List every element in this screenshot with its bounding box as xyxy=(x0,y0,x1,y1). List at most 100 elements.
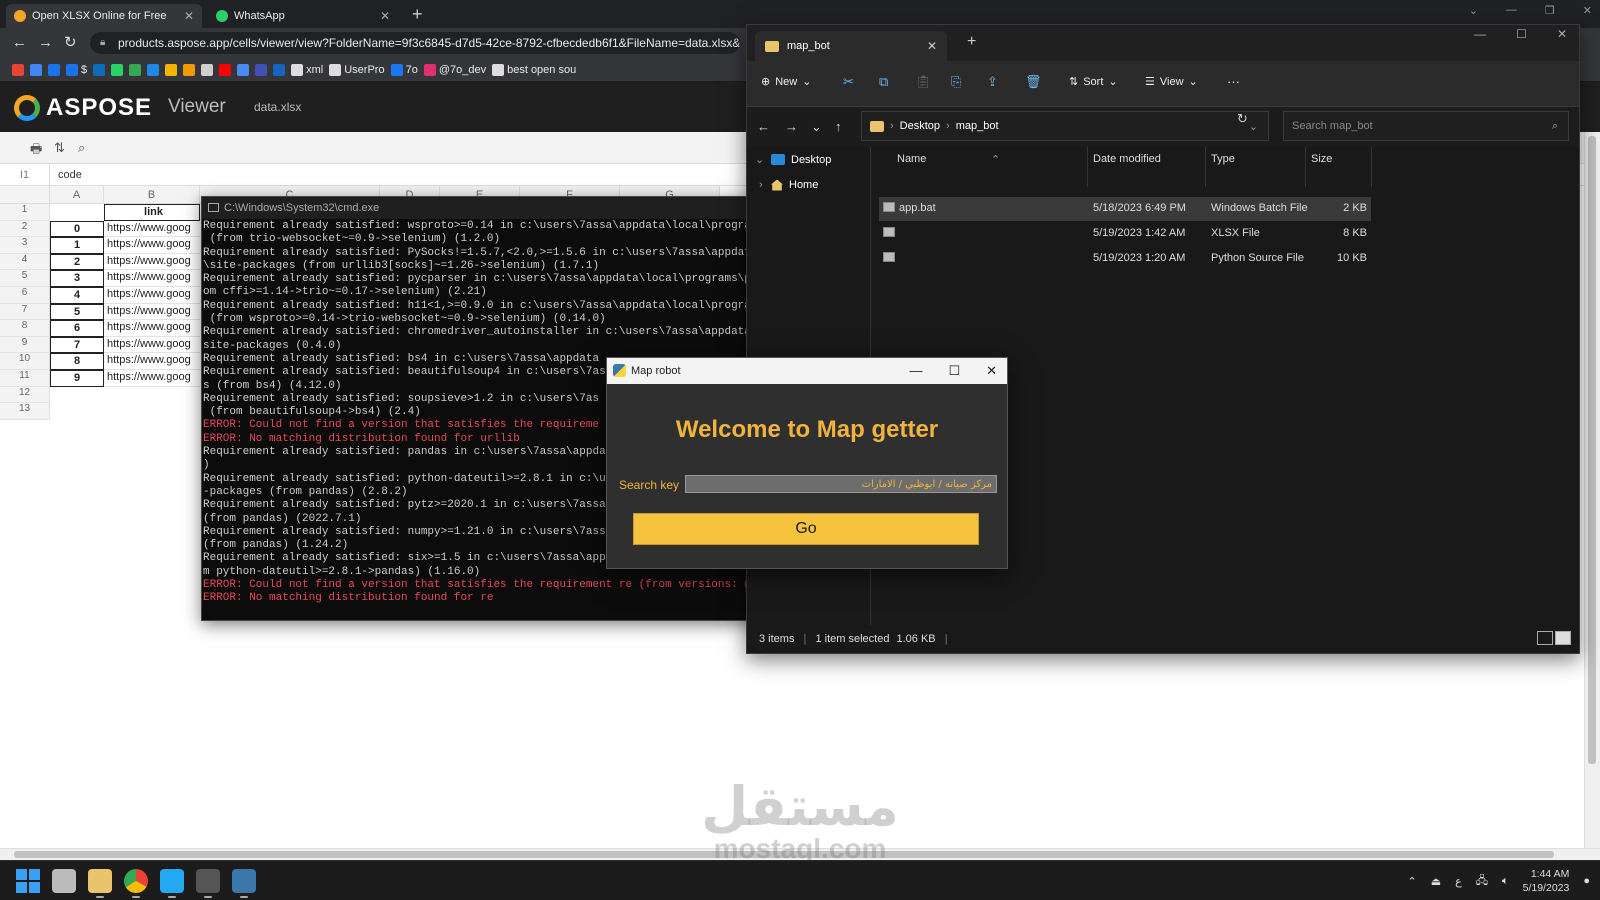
bookmark-item[interactable]: UserPro xyxy=(329,63,385,76)
nav-item-desktop[interactable]: ⌄ Desktop xyxy=(755,153,831,167)
bookmark-item[interactable] xyxy=(273,63,286,76)
nav-item-home[interactable]: › Home xyxy=(755,179,818,191)
cell-code[interactable]: 5 xyxy=(50,303,104,321)
cell-code[interactable]: 2 xyxy=(50,253,104,271)
column-size[interactable]: Size xyxy=(1311,153,1332,165)
column-date[interactable]: Date modified xyxy=(1093,153,1161,165)
bookmark-item[interactable] xyxy=(48,63,60,76)
bookmark-item[interactable] xyxy=(93,63,106,76)
paste-icon[interactable]: 📋︎ xyxy=(915,74,932,90)
row-header[interactable]: 2 xyxy=(0,220,50,238)
cell-b1-header[interactable]: link xyxy=(104,204,200,221)
restore-icon[interactable]: ❐ xyxy=(1545,4,1555,17)
chevron-down-icon[interactable]: ⌄ xyxy=(1249,120,1258,133)
close-tab-icon[interactable]: ✕ xyxy=(927,39,937,53)
row-header[interactable]: 1 xyxy=(0,204,50,221)
file-row[interactable]: 5/19/2023 1:20 AM Python Source File 10 KB xyxy=(879,247,1371,271)
search-key-input[interactable] xyxy=(685,475,997,493)
breadcrumb-map-bot[interactable]: map_bot xyxy=(956,120,999,132)
network-icon[interactable]: 🖧︎ xyxy=(1476,872,1488,891)
share-icon[interactable]: ⇪ xyxy=(987,74,998,90)
up-icon[interactable]: ↑ xyxy=(835,119,842,134)
sort-icon[interactable]: ⇅ xyxy=(54,140,65,156)
python-icon[interactable] xyxy=(232,869,256,898)
cell-link[interactable]: https://www.goog xyxy=(104,221,200,238)
new-tab-button[interactable]: + xyxy=(412,4,423,24)
cell-code[interactable]: 6 xyxy=(50,320,104,337)
minimize-icon[interactable]: — xyxy=(1474,27,1486,41)
cell-code[interactable]: 7 xyxy=(50,336,104,354)
vscode-icon[interactable] xyxy=(160,869,184,898)
minimize-icon[interactable]: — xyxy=(1506,4,1517,17)
tab-open-xlsx[interactable]: Open XLSX Online for Free ✕ xyxy=(6,4,202,28)
file-row[interactable]: app.bat 5/18/2023 6:49 PM Windows Batch Fi… xyxy=(879,197,1371,221)
go-button[interactable]: Go xyxy=(633,513,979,545)
chevron-down-icon[interactable]: ⌄ xyxy=(1469,4,1478,17)
row-header[interactable]: 10 xyxy=(0,353,50,370)
close-icon[interactable]: ✕ xyxy=(1557,27,1567,41)
sort-button[interactable]: ⇅ Sort ⌄ xyxy=(1069,75,1118,89)
chevron-up-icon[interactable]: ⌃ xyxy=(1408,875,1417,888)
copy-icon[interactable]: ⧉ xyxy=(879,74,888,90)
print-icon[interactable]: 🖶︎ xyxy=(30,140,42,162)
address-bar[interactable]: 🔒︎ products.aspose.app/cells/viewer/view… xyxy=(90,32,740,54)
tiles-view-icon[interactable] xyxy=(1555,631,1571,645)
row-header[interactable]: 11 xyxy=(0,370,50,387)
cell-link[interactable]: https://www.goog xyxy=(104,254,200,271)
cell-link[interactable]: https://www.goog xyxy=(104,370,200,387)
close-icon[interactable]: ✕ xyxy=(986,358,997,384)
recent-chevron-icon[interactable]: ⌄ xyxy=(811,119,822,135)
row-header[interactable]: 5 xyxy=(0,270,50,287)
file-row[interactable]: 5/19/2023 1:42 AM XLSX File 8 KB xyxy=(879,222,1371,246)
bookmark-item[interactable] xyxy=(12,63,24,76)
column-header-b[interactable]: B xyxy=(104,186,200,204)
bookmark-item[interactable] xyxy=(219,63,232,76)
bookmark-item[interactable] xyxy=(255,63,268,76)
rename-icon[interactable]: ⎘ xyxy=(951,74,961,90)
cell-code[interactable]: 9 xyxy=(50,370,104,387)
bookmark-item[interactable] xyxy=(30,63,42,76)
bookmark-item[interactable] xyxy=(201,63,214,76)
close-tab-icon[interactable]: ✕ xyxy=(380,9,390,23)
row-header[interactable]: 3 xyxy=(0,237,50,254)
maximize-icon[interactable]: ☐ xyxy=(1516,27,1527,41)
horizontal-scrollbar[interactable] xyxy=(0,848,1600,860)
new-tab-button[interactable]: + xyxy=(967,33,976,51)
notification-icon[interactable]: ● xyxy=(1583,875,1590,887)
cell-link[interactable]: https://www.goog xyxy=(104,237,200,254)
cell-link[interactable]: https://www.goog xyxy=(104,320,200,337)
maximize-icon[interactable]: ☐ xyxy=(948,358,960,384)
column-type[interactable]: Type xyxy=(1211,153,1235,165)
bookmark-item[interactable]: $ xyxy=(66,63,87,76)
input-language[interactable]: ع xyxy=(1455,875,1462,888)
details-view-icon[interactable] xyxy=(1537,631,1553,645)
delete-icon[interactable]: 🗑︎ xyxy=(1025,74,1042,90)
cell-code[interactable]: 3 xyxy=(50,270,104,287)
bookmark-item[interactable]: @7o_dev xyxy=(423,63,486,76)
explorer-search-input[interactable]: Search map_bot ⌕ xyxy=(1283,111,1569,141)
row-header[interactable]: 6 xyxy=(0,287,50,304)
new-button[interactable]: ⊕ New ⌄ xyxy=(761,75,811,89)
cell-link[interactable]: https://www.goog xyxy=(104,287,200,304)
file-explorer-icon[interactable] xyxy=(88,869,112,898)
aspose-logo[interactable]: ASPOSE xyxy=(14,94,152,122)
row-header[interactable]: 4 xyxy=(0,253,50,271)
bookmark-item[interactable] xyxy=(111,63,124,76)
cell-code[interactable]: 0 xyxy=(50,220,104,238)
row-header[interactable]: 12 xyxy=(0,386,50,404)
bookmark-item[interactable] xyxy=(147,63,160,76)
explorer-tab[interactable]: map_bot ✕ xyxy=(755,31,947,61)
column-name[interactable]: Name xyxy=(897,153,926,165)
search-icon[interactable]: ⌕ xyxy=(78,140,85,156)
clock[interactable]: 1:44 AM 5/19/2023 xyxy=(1523,867,1570,895)
cell-code[interactable]: 8 xyxy=(50,353,104,370)
view-button[interactable]: ☰ View ⌄ xyxy=(1145,75,1198,89)
back-icon[interactable]: ← xyxy=(12,34,27,52)
more-options-icon[interactable]: ··· xyxy=(1227,74,1240,89)
task-view-icon[interactable] xyxy=(52,869,76,893)
vertical-scrollbar[interactable] xyxy=(1584,132,1600,848)
cell-code[interactable]: 1 xyxy=(50,237,104,254)
cut-icon[interactable]: ✂ xyxy=(843,74,854,90)
close-icon[interactable]: ✕ xyxy=(1583,4,1592,17)
close-tab-icon[interactable]: ✕ xyxy=(184,9,194,23)
